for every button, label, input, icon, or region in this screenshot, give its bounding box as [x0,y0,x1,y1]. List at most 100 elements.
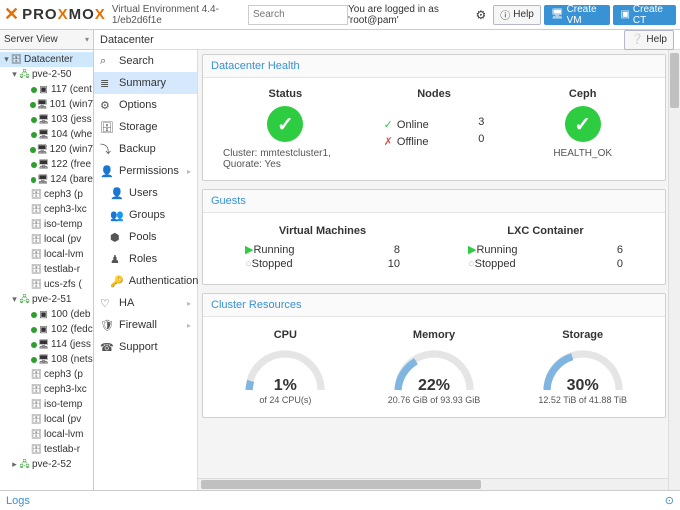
online-value: 3 [478,116,484,133]
tree-item[interactable]: 🖥122 (free [0,157,93,172]
tree-item[interactable]: 🗄iso-temp [0,397,93,412]
menu-users[interactable]: 👤Users [94,182,197,204]
ceph-heading: Ceph [512,88,653,100]
panel-help-button[interactable]: ❔Help [624,30,674,50]
menu-options[interactable]: ⚙Options [94,94,197,116]
scrollbar-thumb-h[interactable] [201,480,481,489]
menu-permissions[interactable]: 👤Permissions▸ [94,160,197,182]
monitor-icon: 🖥 [551,9,564,20]
status-heading: Status [215,88,356,100]
version-label: Virtual Environment 4.4-1/eb2d6f1e [112,4,242,26]
stopped-label: Stopped [252,258,293,270]
menu-roles[interactable]: ♟Roles [94,248,197,270]
tree-item[interactable]: 🖥114 (jess [0,337,93,352]
online-check-icon: ✓ [384,118,393,131]
cpu-heading: CPU [215,329,356,341]
tree-item[interactable]: 🗄ceph3 (p [0,367,93,382]
tree-item[interactable]: 🗄ceph3 (p [0,187,93,202]
tree-item[interactable]: 🗄iso-temp [0,217,93,232]
create-vm-button[interactable]: 🖥Create VM [544,5,611,25]
horizontal-scrollbar[interactable] [198,478,668,490]
menu-authentication[interactable]: 🔑Authentication [94,270,197,292]
help-button[interactable]: ⓘHelp [493,5,541,25]
tree-item[interactable]: 🗄ucs-zfs ( [0,277,93,292]
tree-item[interactable]: 🗄local (pv [0,232,93,247]
health-panel: Datacenter Health Status ✓ Cluster: mmte… [202,54,666,181]
tree-item[interactable]: 🗄ceph3-lxc [0,202,93,217]
cube-icon: ▣ [620,9,629,20]
memory-gauge: 22% [389,345,479,395]
create-ct-button[interactable]: ▣Create CT [613,5,676,25]
logo-text-x: X [58,6,69,23]
tree-node[interactable]: ▸🖧pve-2-52 [0,457,93,472]
menu-label: Storage [119,121,158,133]
menu-backup[interactable]: ⤵Backup [94,138,197,160]
guests-panel: Guests Virtual Machines ▶Running8 ○Stopp… [202,189,666,285]
tree-node[interactable]: ▾🖧pve-2-51 [0,292,93,307]
tree-item[interactable]: 🖥101 (win7 [0,97,93,112]
breadcrumb-bar: Datacenter ❔Help [94,30,680,50]
help-icon: ❔ [631,34,643,45]
logo-text-x2: X [95,6,106,23]
panel-help-label: Help [646,34,667,45]
menu-ha[interactable]: ♡HA▸ [94,292,197,314]
tree-item[interactable]: ▣102 (fedc [0,322,93,337]
menu-support[interactable]: ☎Support [94,336,197,358]
search-input[interactable] [248,5,348,25]
lxc-heading: LXC Container [438,225,653,237]
logo: ✕ PROXMOX [4,4,106,25]
tree-item[interactable]: 🖥108 (nets [0,352,93,367]
menu-pools[interactable]: ⬢Pools [94,226,197,248]
stop-icon: ○ [468,258,475,270]
menu-label: Search [119,55,154,67]
tree-item[interactable]: 🗄local-lvm [0,247,93,262]
tree-item[interactable]: ▣100 (deb [0,307,93,322]
menu-search[interactable]: ⌕Search [94,50,197,72]
tree-node[interactable]: ▾🖧pve-2-50 [0,67,93,82]
main-scroll[interactable]: Datacenter Health Status ✓ Cluster: mmte… [198,50,680,490]
tree-item[interactable]: 🗄testlab-r [0,442,93,457]
tree-item[interactable]: 🖥120 (win7 [0,142,93,157]
breadcrumb: Datacenter [100,34,154,46]
tree-item[interactable]: 🗄testlab-r [0,262,93,277]
cpu-pct: 1% [240,377,330,395]
menu-icon: 👥 [110,209,124,222]
vertical-scrollbar[interactable] [668,50,680,490]
tree-datacenter[interactable]: ▾🗄Datacenter [0,52,93,67]
logs-bar[interactable]: Logs ⊙ [0,490,680,510]
menu-icon: 🗄 [100,121,114,134]
running-label: Running [253,244,294,256]
resource-tree: ▾🗄Datacenter▾🖧pve-2-50▣117 (cent🖥101 (wi… [0,50,93,490]
tree-item[interactable]: 🗄local (pv [0,412,93,427]
storage-column: Storage 30% 12.52 TiB of 41.88 TiB [508,325,657,409]
cpu-sub: of 24 CPU(s) [215,395,356,405]
menu-icon: ♡ [100,297,114,310]
tree-item[interactable]: 🖥124 (bare [0,172,93,187]
view-selector[interactable]: Server View ▾ [0,30,93,50]
logo-text: PRO [22,6,58,23]
offline-value: 0 [478,133,484,150]
tree-item[interactable]: ▣117 (cent [0,82,93,97]
chevron-down-icon: ▾ [85,35,89,44]
scrollbar-thumb[interactable] [670,53,679,108]
menu-summary[interactable]: ≣Summary [94,72,197,94]
help-label: Help [513,9,534,20]
menu-icon: 👤 [110,187,124,200]
menu-groups[interactable]: 👥 Groups [94,204,197,226]
chevron-right-icon: ▸ [187,321,191,330]
tree-item[interactable]: 🖥103 (jess [0,112,93,127]
ceph-status: HEALTH_OK [512,148,653,159]
menu-firewall[interactable]: 🛡Firewall▸ [94,314,197,336]
tree-item[interactable]: 🗄local-lvm [0,427,93,442]
tree-item[interactable]: 🖥104 (whe [0,127,93,142]
menu-label: Groups [129,209,165,221]
menu-storage[interactable]: 🗄 Storage [94,116,197,138]
gear-icon[interactable]: ⚙ [476,8,487,22]
status-column: Status ✓ Cluster: mmtestcluster1, Quorat… [211,86,360,172]
lxc-stopped-count: 0 [617,258,623,270]
logo-x-icon: ✕ [4,4,20,25]
cpu-gauge: 1% [240,345,330,395]
menu-label: Backup [119,143,156,155]
tree-item[interactable]: 🗄ceph3-lxc [0,382,93,397]
logo-text2: MO [69,6,95,23]
